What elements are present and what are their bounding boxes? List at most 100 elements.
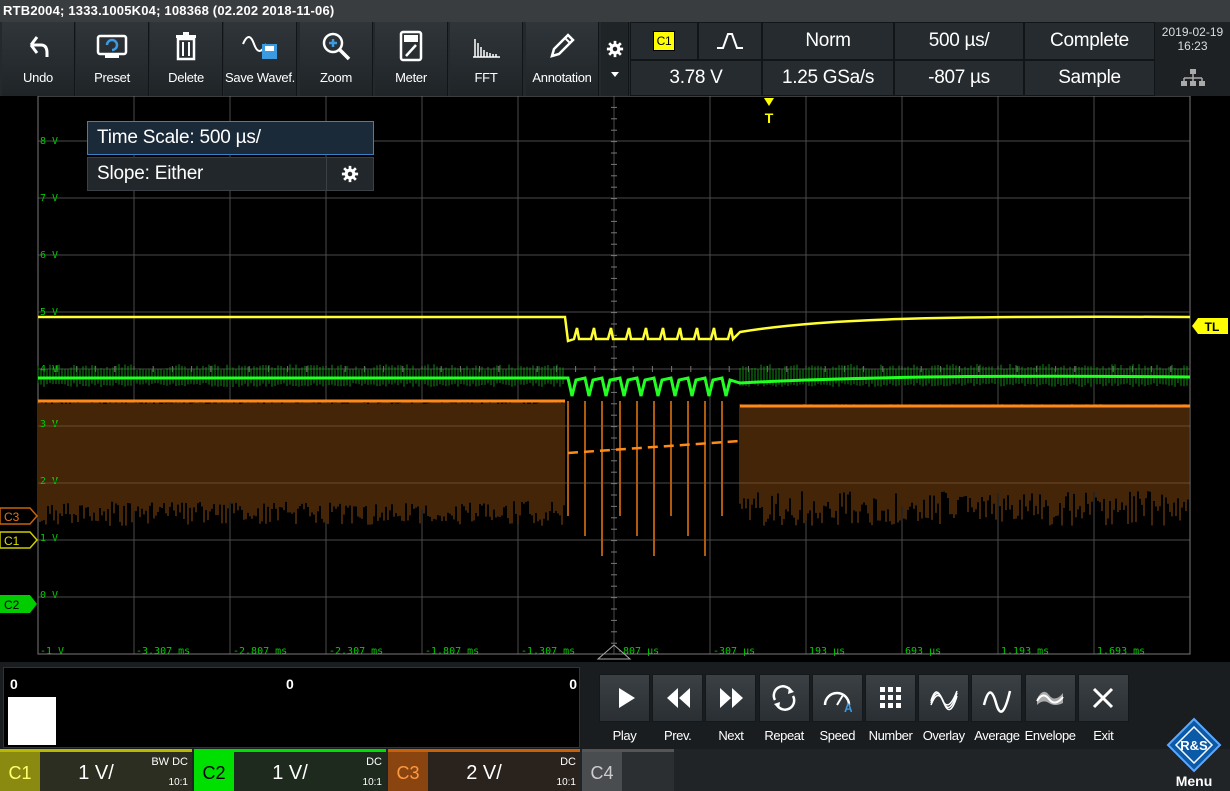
y-tick-label: 4 V	[40, 364, 58, 375]
preset-label: Preset	[94, 70, 130, 85]
trigger-mode[interactable]: Norm	[762, 22, 894, 60]
toolbar-settings-button[interactable]	[601, 22, 629, 96]
overlay-icon	[929, 683, 959, 713]
average-icon	[982, 683, 1012, 713]
preset-button[interactable]: Preset	[76, 22, 149, 96]
delete-button[interactable]: Delete	[150, 22, 223, 96]
envelope-button-face[interactable]	[1025, 674, 1076, 722]
acquisition-status[interactable]: Complete	[1024, 22, 1155, 60]
trigger-level[interactable]: 3.78 V	[630, 60, 762, 96]
slope-settings-button[interactable]	[326, 157, 374, 191]
y-tick-label: 5 V	[40, 307, 58, 318]
slope-either-icon	[715, 31, 745, 51]
y-axis-labels: 8 V 7 V 6 V 5 V 4 V 3 V 2 V 1 V 0 V -1 V	[40, 136, 64, 657]
timebase-value[interactable]: 500 µs/	[894, 22, 1024, 60]
trigger-position-marker[interactable]: T	[764, 98, 774, 126]
x-axis-labels: -3.307 ms -2.807 ms -2.307 ms -1.807 ms -1.3…	[136, 646, 1145, 657]
x-tick-label: -2.307 ms	[329, 646, 383, 657]
number-button[interactable]: Number	[865, 674, 916, 746]
exit-button-face[interactable]	[1078, 674, 1129, 722]
rs-logo-icon: R&S	[1162, 717, 1226, 773]
undo-button[interactable]: Undo	[2, 22, 75, 96]
x-tick-label: 193 µs	[809, 646, 845, 657]
trigger-level-marker[interactable]: TL	[1192, 318, 1228, 334]
channel-c2[interactable]: C2 1 V/ DC 10:1	[194, 749, 386, 791]
x-tick-label: 693 µs	[905, 646, 941, 657]
time-scale-field[interactable]: Time Scale: 500 µs/	[87, 121, 374, 155]
control-label: Repeat	[764, 728, 804, 743]
play-button-face[interactable]	[599, 674, 650, 722]
trash-icon	[171, 30, 201, 62]
prev-button-face[interactable]	[652, 674, 703, 722]
c3-offset-marker[interactable]: C3	[0, 508, 37, 524]
c2-offset-marker[interactable]: C2	[0, 595, 37, 613]
fft-label: FFT	[475, 70, 498, 85]
repeat-button-face[interactable]	[759, 674, 810, 722]
horizontal-position[interactable]: -807 µs	[894, 60, 1024, 96]
c2-coupling: DC	[366, 756, 382, 768]
c1-offset-marker[interactable]: C1	[0, 532, 37, 548]
channel-c1[interactable]: C1 1 V/ BW DC 10:1	[0, 749, 192, 791]
pencil-icon	[546, 30, 578, 62]
meter-button[interactable]: Meter	[375, 22, 448, 96]
waveform-display[interactable]: 8 V 7 V 6 V 5 V 4 V 3 V 2 V 1 V 0 V -1 V -3.307 m…	[0, 96, 1230, 662]
average-button[interactable]: Average	[971, 674, 1022, 746]
repeat-icon	[769, 683, 799, 713]
next-button-face[interactable]	[705, 674, 756, 722]
annotation-button[interactable]: Annotation	[526, 22, 599, 96]
prev-button[interactable]: Prev.	[652, 674, 703, 746]
y-tick-label: 7 V	[40, 193, 58, 204]
control-label: Number	[869, 728, 913, 743]
speed-button[interactable]: A Speed	[812, 674, 863, 746]
menu-button[interactable]: R&S Menu	[1158, 715, 1230, 791]
speed-button-face[interactable]: A	[812, 674, 863, 722]
undo-label: Undo	[23, 70, 53, 85]
overlay-button-face[interactable]	[918, 674, 969, 722]
control-label: Next	[718, 728, 743, 743]
window-title: RTB2004; 1333.1005K04; 108368 (02.202 20…	[0, 0, 1230, 22]
next-button[interactable]: Next	[705, 674, 756, 746]
c3-scale: 2 V/	[428, 752, 540, 791]
control-label: Prev.	[664, 728, 691, 743]
number-button-face[interactable]	[865, 674, 916, 722]
c2-scale: 1 V/	[234, 752, 346, 791]
annotation-label: Annotation	[532, 70, 591, 85]
overlay-button[interactable]: Overlay	[918, 674, 969, 746]
control-label: Envelope	[1025, 728, 1076, 743]
trigger-source-badge: C1	[653, 31, 675, 51]
slope-field[interactable]: Slope: Either	[87, 157, 327, 191]
zoom-button[interactable]: Zoom	[300, 22, 373, 96]
control-label: Exit	[1093, 728, 1113, 743]
segment-navigator[interactable]: 0 0 0	[3, 667, 580, 748]
acquisition-mode[interactable]: Sample	[1024, 60, 1155, 96]
save-waveform-label: Save Wavef.	[225, 70, 295, 85]
undo-icon	[23, 31, 53, 61]
channel-c3[interactable]: C3 2 V/ DC 10:1	[388, 749, 580, 791]
network-status[interactable]	[1155, 60, 1230, 96]
fft-icon	[470, 33, 502, 59]
gear-icon	[341, 165, 359, 183]
x-tick-label: -3.307 ms	[136, 646, 190, 657]
channel-c4[interactable]: C4	[582, 749, 674, 791]
c3-coupling: DC	[560, 756, 576, 768]
segment-end: 0	[569, 676, 577, 692]
channel-bar: C1 1 V/ BW DC 10:1 C2 1 V/ DC 10:1 C3 2 …	[0, 749, 1230, 791]
trigger-source-box[interactable]: C1	[630, 22, 698, 60]
trigger-slope-box[interactable]	[698, 22, 762, 60]
network-icon	[1180, 68, 1206, 88]
control-label: Speed	[820, 728, 856, 743]
x-tick-label: -2.807 ms	[233, 646, 287, 657]
meter-label: Meter	[395, 70, 427, 85]
c3-marker-label: C3	[4, 510, 20, 524]
c3-tag: C3	[388, 752, 428, 791]
save-waveform-button[interactable]: Save Wavef.	[224, 22, 297, 96]
fft-button[interactable]: FFT	[450, 22, 523, 96]
x-tick-label: 1.693 ms	[1097, 646, 1145, 657]
envelope-button[interactable]: Envelope	[1025, 674, 1076, 746]
sample-rate[interactable]: 1.25 GSa/s	[762, 60, 894, 96]
average-button-face[interactable]	[971, 674, 1022, 722]
segment-indicator[interactable]	[8, 697, 56, 745]
play-button[interactable]: Play	[599, 674, 650, 746]
exit-button[interactable]: Exit	[1078, 674, 1129, 746]
repeat-button[interactable]: Repeat	[759, 674, 810, 746]
